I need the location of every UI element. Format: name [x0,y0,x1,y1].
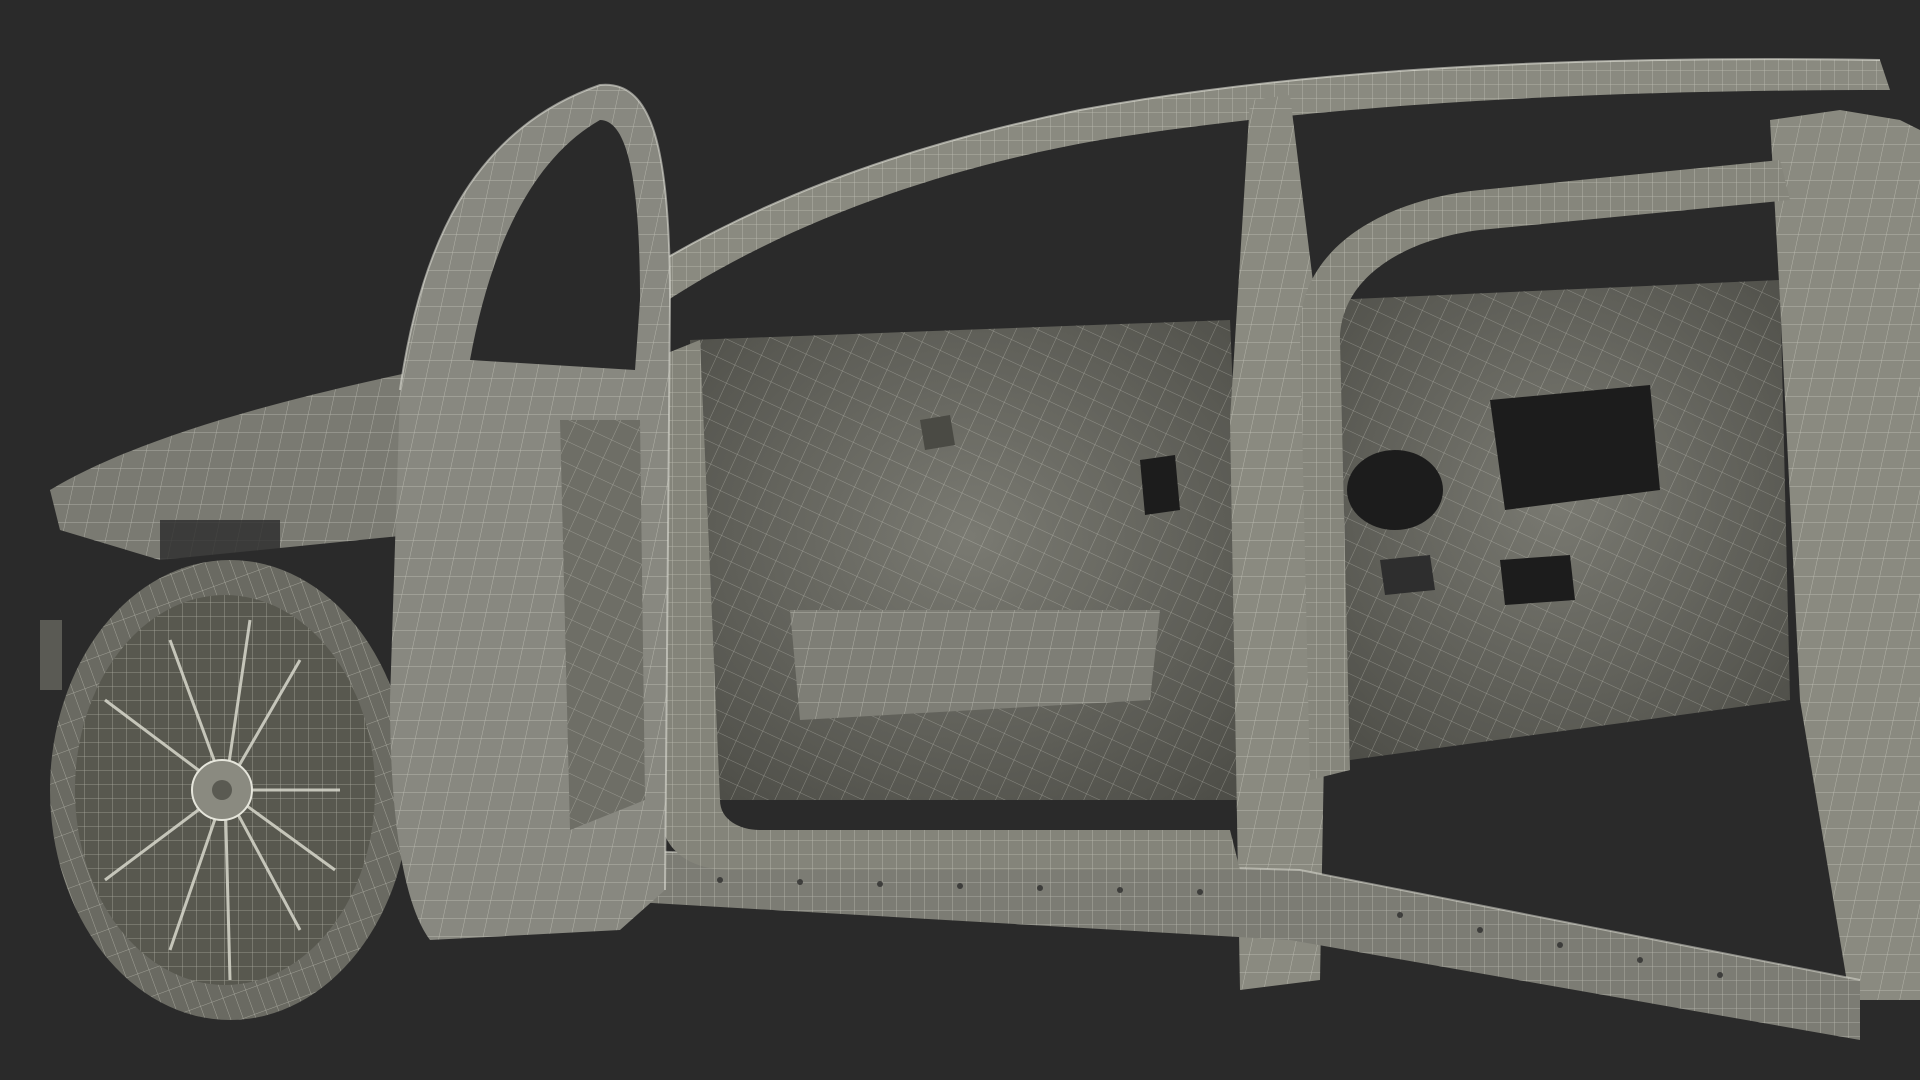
render-viewport [0,0,1920,1080]
car-body-wireframe-render [40,58,1920,1040]
front-door-open [390,83,672,940]
c-pillar [1770,110,1920,1000]
side-sill [599,849,1861,1040]
front-wheel [50,560,410,1020]
front-interior-shell [690,320,1250,800]
panel-cutout [1140,455,1180,515]
